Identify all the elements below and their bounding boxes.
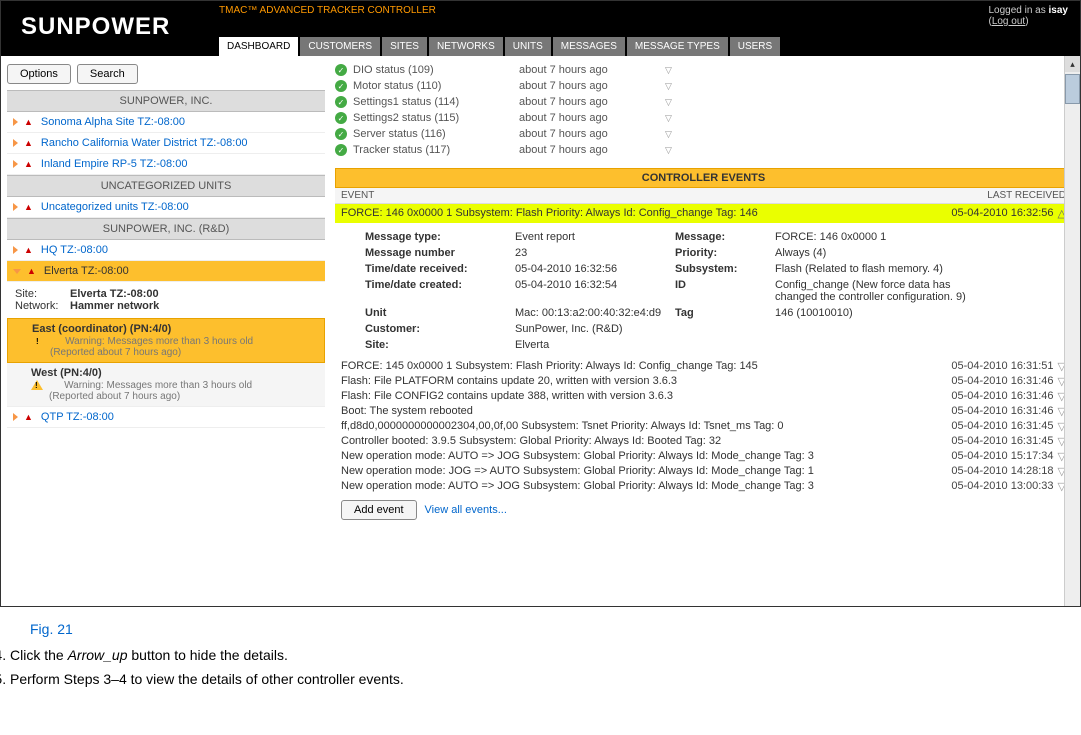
site-row[interactable]: Uncategorized units TZ:-08:00: [7, 197, 325, 218]
chevron-down-icon[interactable]: ▽: [665, 113, 672, 124]
logout-link[interactable]: Log out: [992, 16, 1025, 27]
chevron-down-icon[interactable]: ▽: [665, 145, 672, 156]
group-sunpower: SUNPOWER, INC.: [7, 90, 325, 112]
chevron-down-icon[interactable]: ▽: [665, 97, 672, 108]
site-link[interactable]: Sonoma Alpha Site TZ:-08:00: [41, 116, 185, 128]
event-rows: FORCE: 145 0x0000 1 Subsystem: Flash Pri…: [335, 359, 1072, 494]
event-detail-panel: Message type:Event reportMessage:FORCE: …: [365, 229, 1072, 353]
nav-tabs: DASHBOARD CUSTOMERS SITES NETWORKS UNITS…: [219, 37, 780, 56]
status-row[interactable]: ✓Settings1 status (114)about 7 hours ago…: [335, 94, 1072, 110]
check-icon: ✓: [335, 128, 347, 140]
options-button[interactable]: Options: [7, 64, 71, 84]
add-event-button[interactable]: Add event: [341, 500, 417, 520]
tab-messages[interactable]: MESSAGES: [553, 37, 625, 56]
chevron-down-icon[interactable]: ▽: [665, 65, 672, 76]
controller-events-header: CONTROLLER EVENTS: [335, 168, 1072, 188]
instruction-step: Click the Arrow_up button to hide the de…: [10, 647, 1081, 663]
site-detail: Site:Elverta TZ:-08:00 Network:Hammer ne…: [7, 282, 325, 318]
caret-icon: [13, 413, 18, 421]
login-info: Logged in as isay (Log out): [988, 5, 1068, 27]
unit-east[interactable]: East (coordinator) (PN:4/0) Warning: Mes…: [7, 318, 325, 363]
tab-users[interactable]: USERS: [730, 37, 780, 56]
warning-icon: [24, 158, 35, 170]
site-row-selected[interactable]: Elverta TZ:-08:00: [7, 261, 325, 282]
check-icon: ✓: [335, 144, 347, 156]
status-row[interactable]: ✓Motor status (110)about 7 hours ago▽: [335, 78, 1072, 94]
site-name: Elverta TZ:-08:00: [44, 265, 129, 277]
site-row[interactable]: Inland Empire RP-5 TZ:-08:00: [7, 154, 325, 175]
tab-sites[interactable]: SITES: [382, 37, 427, 56]
caret-icon: [13, 118, 18, 126]
site-row[interactable]: HQ TZ:-08:00: [7, 240, 325, 261]
group-sunpower-rnd: SUNPOWER, INC. (R&D): [7, 218, 325, 240]
site-row[interactable]: Sonoma Alpha Site TZ:-08:00: [7, 112, 325, 133]
warning-icon: [27, 265, 38, 277]
status-row[interactable]: ✓Settings2 status (115)about 7 hours ago…: [335, 110, 1072, 126]
content-area: ✓DIO status (109)about 7 hours ago▽✓Moto…: [331, 56, 1080, 606]
warning-icon: [24, 137, 35, 149]
status-row[interactable]: ✓Tracker status (117)about 7 hours ago▽: [335, 142, 1072, 158]
caret-down-icon: [13, 269, 21, 274]
event-row-highlighted[interactable]: FORCE: 146 0x0000 1 Subsystem: Flash Pri…: [335, 204, 1072, 223]
warning-icon: [24, 411, 35, 423]
tab-customers[interactable]: CUSTOMERS: [300, 37, 380, 56]
caret-icon: [13, 203, 18, 211]
event-row[interactable]: Flash: File PLATFORM contains update 20,…: [335, 374, 1072, 389]
site-link[interactable]: Uncategorized units TZ:-08:00: [41, 201, 189, 213]
site-link[interactable]: QTP TZ:-08:00: [41, 411, 114, 423]
instructions: Click the Arrow_up button to hide the de…: [0, 647, 1081, 687]
chevron-down-icon[interactable]: ▽: [665, 129, 672, 140]
tab-dashboard[interactable]: DASHBOARD: [219, 37, 298, 56]
event-row[interactable]: New operation mode: AUTO => JOG Subsyste…: [335, 449, 1072, 464]
username: isay: [1049, 5, 1068, 16]
event-row[interactable]: ff,d8d0,0000000000002304,00,0f,00 Subsys…: [335, 419, 1072, 434]
scroll-thumb[interactable]: [1065, 74, 1080, 104]
top-bar: SUNPOWER TMAC™ ADVANCED TRACKER CONTROLL…: [1, 1, 1080, 56]
check-icon: ✓: [335, 64, 347, 76]
warning-icon: [24, 244, 35, 256]
unit-west[interactable]: West (PN:4/0) Warning: Messages more tha…: [7, 363, 325, 407]
check-icon: ✓: [335, 80, 347, 92]
site-link[interactable]: Inland Empire RP-5 TZ:-08:00: [41, 158, 188, 170]
status-row[interactable]: ✓DIO status (109)about 7 hours ago▽: [335, 62, 1072, 78]
scrollbar[interactable]: ▴: [1064, 56, 1080, 606]
caret-icon: [13, 246, 18, 254]
site-row[interactable]: QTP TZ:-08:00: [7, 407, 325, 428]
site-link[interactable]: HQ TZ:-08:00: [41, 244, 108, 256]
event-row[interactable]: New operation mode: AUTO => JOG Subsyste…: [335, 479, 1072, 494]
chevron-down-icon[interactable]: ▽: [665, 81, 672, 92]
event-row[interactable]: Boot: The system rebooted05-04-2010 16:3…: [335, 404, 1072, 419]
caret-icon: [13, 160, 18, 168]
figure-caption: Fig. 21: [0, 607, 1081, 647]
tab-message-types[interactable]: MESSAGE TYPES: [627, 37, 728, 56]
check-icon: ✓: [335, 112, 347, 124]
scroll-up-icon[interactable]: ▴: [1065, 56, 1080, 72]
warning-icon: [24, 201, 35, 213]
site-link[interactable]: Rancho California Water District TZ:-08:…: [41, 137, 248, 149]
sidebar: Options Search SUNPOWER, INC. Sonoma Alp…: [1, 56, 331, 606]
tab-units[interactable]: UNITS: [505, 37, 551, 56]
caret-icon: [13, 139, 18, 147]
status-list: ✓DIO status (109)about 7 hours ago▽✓Moto…: [335, 62, 1072, 158]
group-uncategorized: UNCATEGORIZED UNITS: [7, 175, 325, 197]
event-row[interactable]: New operation mode: JOG => AUTO Subsyste…: [335, 464, 1072, 479]
logo: SUNPOWER: [1, 1, 190, 53]
tab-networks[interactable]: NETWORKS: [429, 37, 503, 56]
site-row[interactable]: Rancho California Water District TZ:-08:…: [7, 133, 325, 154]
check-icon: ✓: [335, 96, 347, 108]
event-row[interactable]: Controller booted: 3.9.5 Subsystem: Glob…: [335, 434, 1072, 449]
event-row[interactable]: FORCE: 145 0x0000 1 Subsystem: Flash Pri…: [335, 359, 1072, 374]
warning-icon: [24, 116, 35, 128]
warning-icon: [31, 380, 43, 390]
status-row[interactable]: ✓Server status (116)about 7 hours ago▽: [335, 126, 1072, 142]
search-button[interactable]: Search: [77, 64, 138, 84]
events-columns: EVENT LAST RECEIVED: [335, 188, 1072, 204]
view-all-events-link[interactable]: View all events...: [425, 504, 507, 516]
warning-icon: [32, 336, 44, 346]
instruction-step: Perform Steps 3–4 to view the details of…: [10, 671, 1081, 687]
product-title: TMAC™ ADVANCED TRACKER CONTROLLER: [219, 5, 436, 16]
event-row[interactable]: Flash: File CONFIG2 contains update 388,…: [335, 389, 1072, 404]
